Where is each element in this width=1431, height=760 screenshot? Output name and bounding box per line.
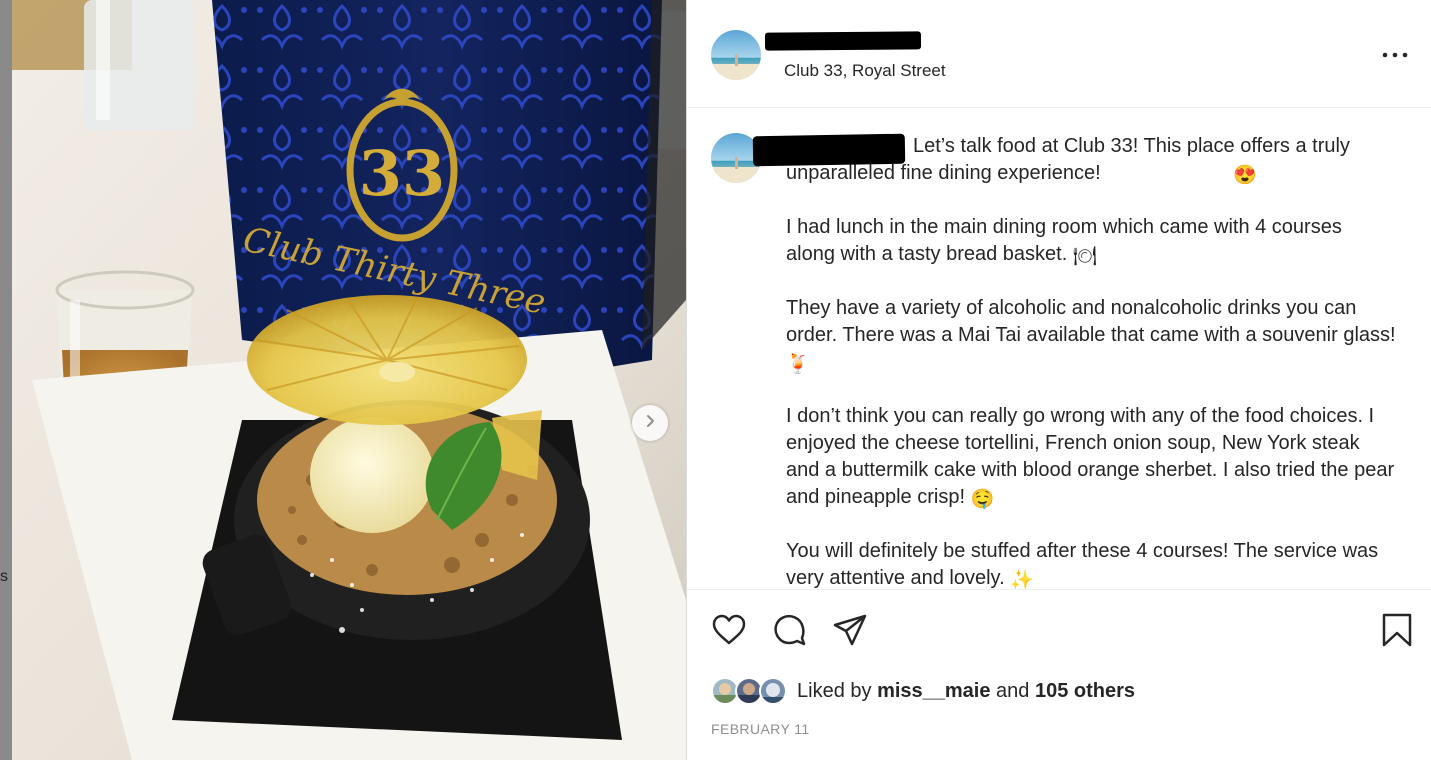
more-options-button[interactable] <box>1380 44 1410 66</box>
like-button[interactable] <box>711 612 747 648</box>
svg-text:33: 33 <box>359 137 445 210</box>
next-photo-button[interactable] <box>632 405 668 441</box>
liker-avatars <box>711 677 795 705</box>
author-avatar[interactable] <box>711 30 761 80</box>
heart-eyes-emoji: 😍 <box>1233 165 1257 186</box>
comment-icon <box>772 612 808 648</box>
heart-icon <box>711 612 747 648</box>
caption-paragraph: You will definitely be stuffed after the… <box>786 540 1379 589</box>
caption-paragraph: They have a variety of alcoholic and non… <box>786 297 1396 375</box>
post-date[interactable]: FEBRUARY 11 <box>711 721 810 737</box>
sparkles-emoji: ✨ <box>1010 570 1034 589</box>
plate-emoji: 🍽 <box>1072 246 1097 267</box>
post-media: s 33 Club Thirty Three <box>0 0 686 760</box>
background-window-edge: s <box>0 0 12 760</box>
liker-username[interactable]: miss__maie <box>877 680 990 702</box>
chevron-right-icon <box>642 413 658 434</box>
redacted-caption-username <box>752 133 906 167</box>
comment-button[interactable] <box>772 612 808 648</box>
caption-text: Let’s talk food at Club 33! This place o… <box>786 133 1396 589</box>
likes-text: Liked by miss__maie and 105 others <box>797 679 1136 702</box>
liker-avatar[interactable] <box>759 677 787 705</box>
tropical-drink-emoji: 🍹 <box>786 354 810 375</box>
post-details: Club 33, Royal Street Let’s talk food at… <box>686 0 1431 760</box>
edge-text: s <box>0 568 8 585</box>
caption-paragraph: I had lunch in the main dining room whic… <box>786 216 1342 267</box>
post-location[interactable]: Club 33, Royal Street <box>784 61 946 81</box>
bookmark-icon <box>1379 612 1415 648</box>
likes-others-link[interactable]: 105 others <box>1035 680 1135 702</box>
save-button[interactable] <box>1379 612 1415 648</box>
caption-section: Let’s talk food at Club 33! This place o… <box>687 109 1431 589</box>
likes-summary: Liked by miss__maie and 105 others <box>711 676 1135 706</box>
post-header: Club 33, Royal Street <box>687 0 1431 108</box>
caption-paragraph: I don’t think you can really go wrong wi… <box>786 405 1395 510</box>
redacted-username <box>764 31 922 51</box>
post-photo: 33 Club Thirty Three <box>12 0 686 760</box>
share-button[interactable] <box>832 612 868 648</box>
send-icon <box>832 612 868 648</box>
drooling-emoji: 🤤 <box>970 489 995 510</box>
action-bar <box>687 589 1431 669</box>
more-dots-icon <box>1380 52 1410 70</box>
